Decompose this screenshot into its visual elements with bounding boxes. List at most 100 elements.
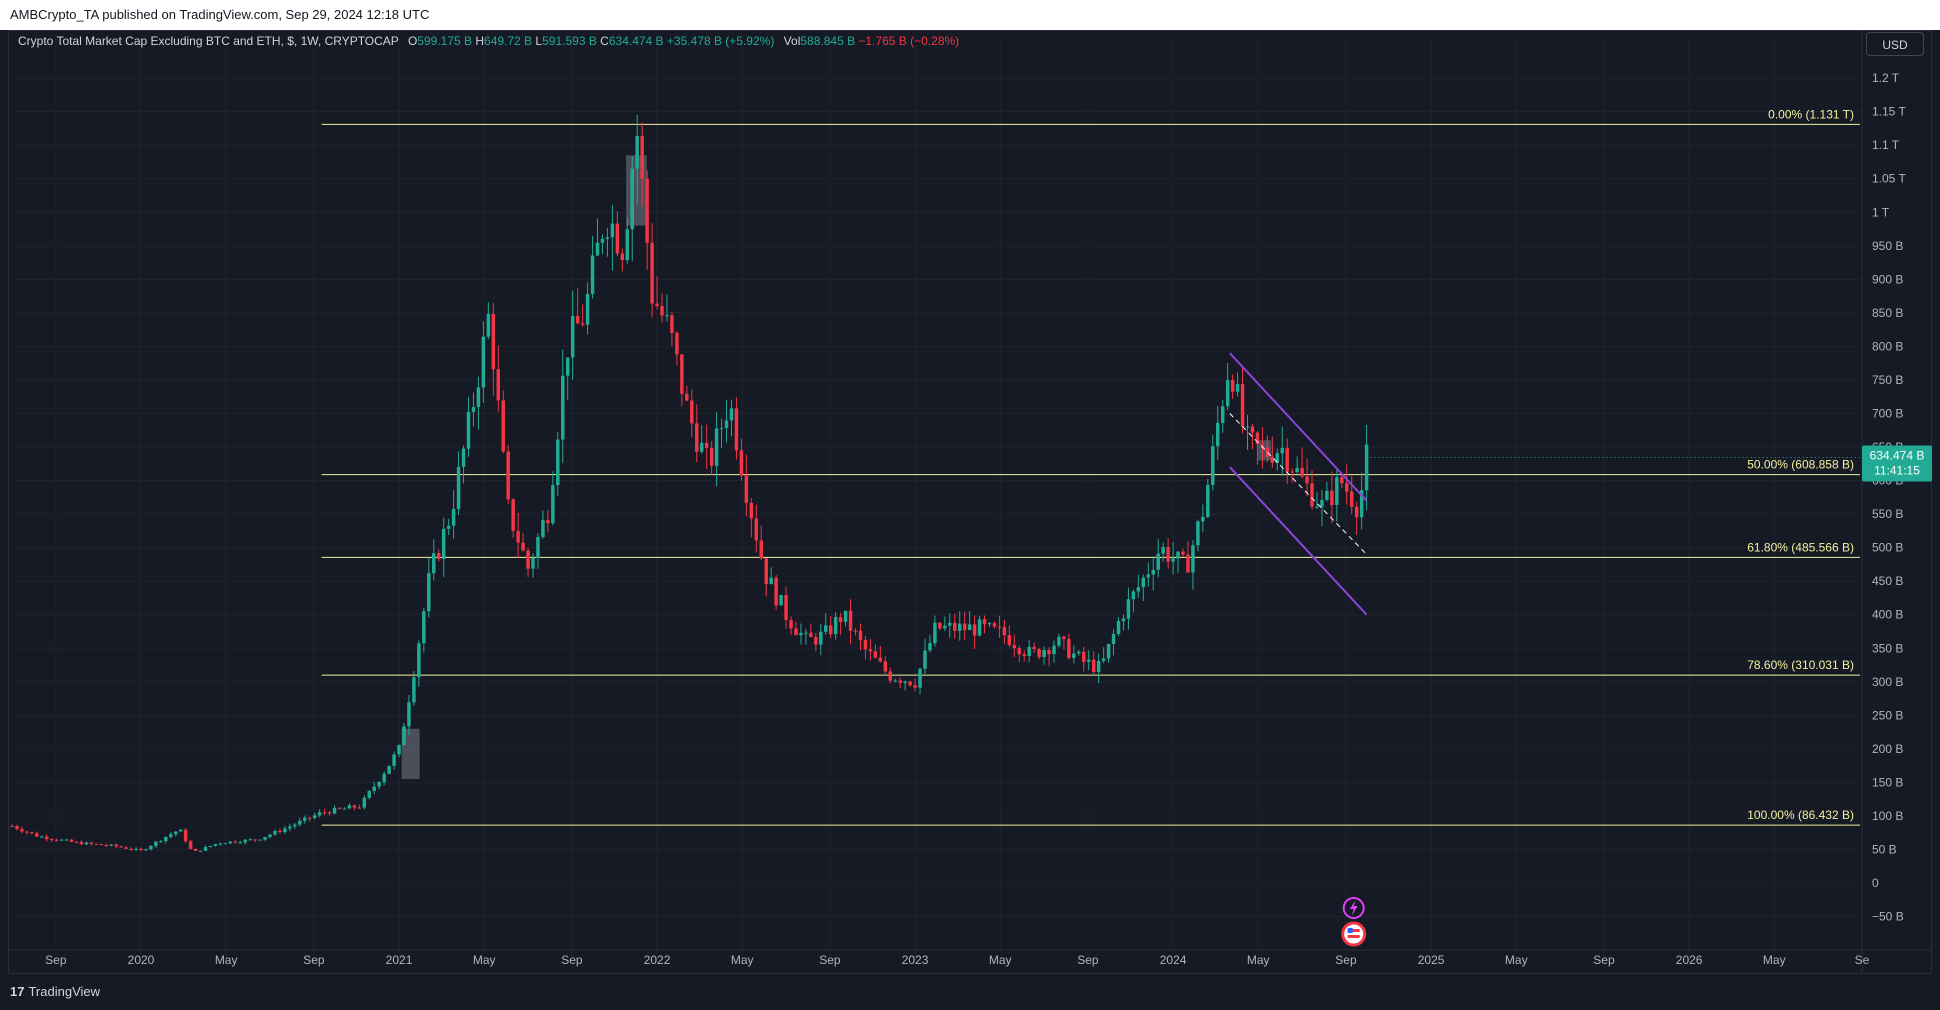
x-tick-label: 2026	[1676, 953, 1703, 967]
candle-body	[436, 553, 441, 559]
y-tick-label: 50 B	[1872, 843, 1897, 857]
candle-body	[670, 315, 674, 333]
y-tick-label: 1.2 T	[1872, 71, 1900, 85]
candle-body	[1176, 551, 1180, 559]
candle-body	[208, 845, 213, 847]
symbol-legend: Crypto Total Market Cap Excluding BTC an…	[18, 34, 959, 48]
candle-body	[561, 375, 565, 440]
candle-body	[868, 649, 873, 652]
candle-body	[1211, 446, 1215, 485]
candle-body	[288, 826, 292, 829]
x-tick-label: 2020	[128, 953, 155, 967]
candle-body	[1136, 587, 1141, 592]
candle-body	[1166, 547, 1170, 562]
candle-body	[1032, 646, 1036, 650]
y-tick-label: 1.15 T	[1872, 105, 1906, 119]
us-flag-icon[interactable]	[1341, 921, 1367, 947]
candle-body	[541, 520, 545, 538]
candle-body	[1106, 643, 1111, 659]
candle-body	[1225, 380, 1230, 407]
y-tick-label: 150 B	[1872, 775, 1903, 789]
candle-body	[1042, 650, 1046, 658]
candle-body	[1017, 648, 1022, 655]
candle-body	[193, 848, 198, 851]
x-tick-label: Se	[1855, 953, 1870, 967]
candle-body	[233, 841, 238, 843]
highlight-box	[1258, 440, 1272, 461]
candle-body	[754, 518, 759, 541]
candle-body	[675, 332, 679, 355]
candle-body	[709, 447, 714, 466]
candle-body	[164, 836, 168, 842]
candle-body	[620, 253, 625, 261]
candle-body	[89, 842, 94, 844]
candle-body	[372, 786, 376, 791]
candle-body	[481, 336, 486, 388]
candle-body	[20, 828, 24, 832]
x-tick-label: May	[1763, 953, 1786, 967]
x-tick-label: 2025	[1418, 953, 1445, 967]
candle-body	[1121, 618, 1126, 622]
candle-body	[1062, 636, 1066, 639]
candle-body	[1235, 384, 1240, 392]
candle-body	[595, 242, 600, 256]
candle-body	[853, 630, 858, 632]
candle-body	[824, 625, 828, 632]
candle-body	[729, 408, 734, 421]
us-flag-canton	[1347, 928, 1353, 933]
chart-canvas[interactable]: 1.2 T 1.15 T 1.1 T 1.05 T 1 T 950 B 900 B 850 B…	[0, 0, 1940, 1010]
candle-body	[303, 817, 307, 821]
candle-body	[1349, 491, 1354, 507]
candle-body	[312, 815, 317, 819]
high-value: 649.72 B	[484, 34, 533, 48]
candle-body	[501, 400, 505, 452]
close-value: 634.474 B	[608, 34, 664, 48]
price-badge-countdown: 11:41:15	[1874, 463, 1920, 477]
tv-logo-text: TradingView	[28, 984, 101, 999]
x-tick-label: May	[473, 953, 496, 967]
y-tick-label: 800 B	[1872, 339, 1903, 353]
candle-body	[149, 845, 153, 850]
candle-body	[169, 834, 173, 837]
y-tick-label: 400 B	[1872, 608, 1903, 622]
candle-body	[218, 843, 223, 845]
currency-button[interactable]: USD	[1866, 32, 1924, 56]
candle-body	[213, 843, 218, 846]
candle-body	[44, 836, 49, 840]
tradingview-logo[interactable]: 17 TradingView	[10, 984, 100, 999]
candle-body	[685, 393, 689, 401]
candle-body	[1265, 447, 1270, 457]
candle-body	[913, 685, 917, 688]
candle-body	[858, 630, 863, 640]
footer	[0, 974, 1940, 1010]
candle-body	[953, 622, 957, 631]
candle-body	[1335, 477, 1339, 505]
candle-body	[888, 671, 892, 681]
candle-body	[1186, 554, 1190, 573]
candle-body	[124, 847, 128, 849]
candle-body	[1315, 506, 1319, 508]
candle-body	[198, 850, 203, 852]
candle-body	[928, 643, 932, 651]
candle-body	[878, 657, 883, 662]
candle-body	[134, 848, 138, 850]
candle-body	[977, 619, 982, 636]
candle-body	[451, 509, 456, 526]
candle-body	[119, 846, 123, 848]
candle-body	[744, 475, 749, 503]
fib-level-label: 0.00% (1.131 T)	[1768, 107, 1854, 121]
candle-body	[1156, 553, 1160, 570]
candle-body	[556, 439, 560, 486]
candle-body	[521, 542, 525, 551]
candle-body	[446, 525, 451, 529]
candle-body	[417, 643, 421, 678]
candle-body	[948, 622, 952, 626]
candle-body	[680, 354, 684, 394]
x-tick-label: Sep	[1593, 953, 1615, 967]
candle-body	[54, 839, 59, 841]
candle-body	[491, 313, 496, 370]
candle-body	[1310, 483, 1314, 507]
candle-body	[129, 848, 133, 850]
candle-body	[109, 844, 113, 846]
y-tick-label: 900 B	[1872, 272, 1903, 286]
